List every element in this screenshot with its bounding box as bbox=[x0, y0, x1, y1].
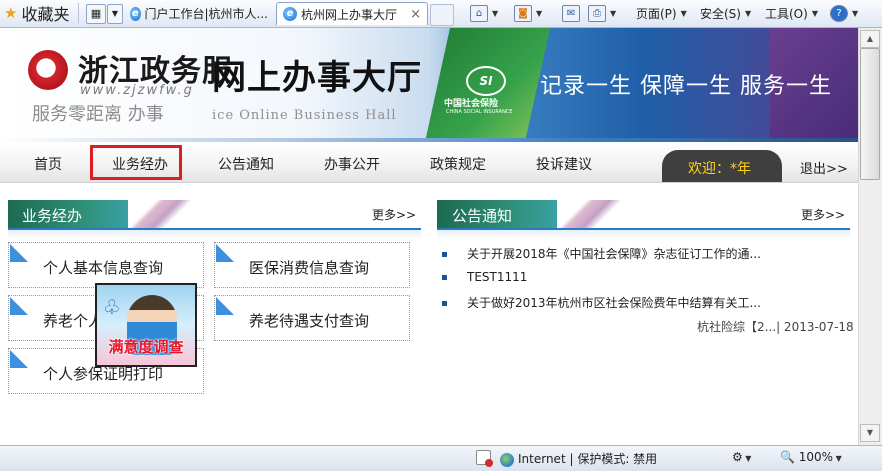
survey-label: 满意度调查 bbox=[108, 338, 184, 356]
motto: 记录一生 保障一生 服务一生 bbox=[540, 74, 832, 99]
safety-menu-label: 安全(S) bbox=[700, 6, 741, 21]
security-zone[interactable]: Internet | 保护模式: 禁用 bbox=[500, 450, 657, 467]
close-icon[interactable]: × bbox=[410, 7, 421, 22]
protected-mode-button[interactable]: ⚙ ▼ bbox=[732, 450, 751, 464]
satisfaction-survey-popup[interactable]: ♧ 满意度调查 bbox=[95, 283, 197, 367]
zoom-control[interactable]: 🔍 100% ▼ bbox=[780, 450, 842, 464]
logout-link[interactable]: 退出>> bbox=[800, 158, 848, 177]
nav-public-affairs[interactable]: 办事公开 bbox=[324, 154, 380, 174]
panel-shade bbox=[437, 230, 850, 239]
chevron-down-icon: ▼ bbox=[536, 8, 543, 18]
print-button[interactable]: ⎙ ▼ bbox=[588, 3, 616, 23]
page-menu[interactable]: 页面(P) ▼ bbox=[636, 3, 687, 23]
feeds-button[interactable]: ◙ ▼ bbox=[514, 3, 542, 23]
card-label: 医保消费信息查询 bbox=[249, 259, 370, 277]
welcome-text: 欢迎：*年 bbox=[688, 161, 751, 177]
tools-menu-label: 工具(O) bbox=[765, 6, 808, 21]
page-menu-label: 页面(P) bbox=[636, 6, 677, 21]
star-icon: ★ bbox=[4, 3, 18, 22]
bullet-icon bbox=[442, 301, 447, 306]
bullet-icon bbox=[442, 275, 447, 280]
favorites-label: 收藏夹 bbox=[21, 5, 70, 24]
notice-panel-title: 公告通知 bbox=[452, 207, 513, 225]
zone-label: Internet | 保护模式: 禁用 bbox=[518, 452, 658, 466]
ie-page-icon: e bbox=[130, 6, 141, 21]
zoom-icon: 🔍 bbox=[780, 450, 795, 464]
nav-active-highlight bbox=[90, 145, 182, 180]
rss-icon: ◙ bbox=[514, 4, 532, 22]
bullet-icon bbox=[442, 252, 447, 257]
safety-menu[interactable]: 安全(S) ▼ bbox=[700, 3, 751, 23]
panel-shade bbox=[8, 230, 421, 239]
ie-page-icon: e bbox=[283, 7, 297, 21]
corner-triangle-icon bbox=[216, 297, 234, 315]
notice-item[interactable]: 关于做好2013年杭州市区社会保险费年中结算有关工... bbox=[442, 294, 761, 311]
logo-url: www.zjzwfw.g bbox=[80, 83, 194, 98]
page-title-english: ice Online Business Hall bbox=[212, 108, 397, 123]
nav-policies[interactable]: 政策规定 bbox=[430, 154, 486, 174]
nav-announcements[interactable]: 公告通知 bbox=[218, 154, 274, 174]
tab-portal[interactable]: e 门户工作台|杭州市人... bbox=[124, 2, 274, 25]
tab-title: 杭州网上办事大厅 bbox=[301, 7, 398, 22]
notice-title: 关于开展2018年《中国社会保障》杂志征订工作的通... bbox=[467, 247, 761, 261]
tab-hangzhou-hall[interactable]: e 杭州网上办事大厅 × bbox=[276, 2, 428, 25]
home-button[interactable]: ⌂ ▼ bbox=[470, 3, 498, 23]
notice-item[interactable]: TEST1111 bbox=[442, 270, 527, 284]
favorites-button[interactable]: ★ 收藏夹 bbox=[4, 3, 70, 24]
card-label: 养老待遇支付查询 bbox=[249, 312, 370, 330]
notice-title: 关于做好2013年杭州市区社会保险费年中结算有关工... bbox=[467, 296, 761, 310]
card-label: 养老个人 bbox=[43, 312, 104, 330]
chevron-down-icon: ▼ bbox=[833, 454, 842, 463]
zhejiang-logo-icon bbox=[28, 50, 68, 90]
tools-menu[interactable]: 工具(O) ▼ bbox=[765, 3, 818, 23]
chevron-down-icon: ▼ bbox=[811, 8, 818, 18]
business-panel-title: 业务经办 bbox=[22, 207, 83, 225]
corner-triangle-icon bbox=[10, 244, 28, 262]
scroll-up-arrow-icon[interactable]: ▲ bbox=[860, 30, 880, 48]
scroll-down-arrow-icon[interactable]: ▼ bbox=[860, 424, 880, 442]
notice-item[interactable]: 关于开展2018年《中国社会保障》杂志征订工作的通... bbox=[442, 245, 761, 262]
chevron-down-icon: ▼ bbox=[852, 8, 859, 18]
mail-icon: ✉ bbox=[562, 4, 580, 22]
home-icon: ⌂ bbox=[470, 4, 488, 22]
business-more-link[interactable]: 更多>> bbox=[372, 206, 416, 223]
chevron-down-icon: ▼ bbox=[492, 8, 499, 18]
tab-list-dropdown[interactable]: ▼ bbox=[107, 4, 123, 24]
nav-home[interactable]: 首页 bbox=[34, 154, 62, 174]
settings-icon: ⚙ bbox=[732, 450, 743, 464]
chevron-down-icon: ▼ bbox=[680, 8, 687, 18]
toolbar-divider bbox=[78, 3, 79, 23]
printer-icon: ⎙ bbox=[588, 4, 606, 22]
quick-tabs-icon[interactable]: ▦ bbox=[86, 4, 106, 24]
help-icon: ? bbox=[830, 4, 848, 22]
chevron-down-icon: ▼ bbox=[742, 454, 752, 463]
notice-meta: 杭社险综【2...| 2013-07-18 bbox=[697, 320, 854, 334]
card-label: 个人基本信息查询 bbox=[43, 259, 164, 277]
help-button[interactable]: ? ▼ bbox=[830, 3, 858, 23]
social-insurance-logo-icon: SI bbox=[466, 66, 506, 96]
corner-triangle-icon bbox=[10, 350, 28, 368]
tab-title: 门户工作台|杭州市人... bbox=[144, 7, 269, 21]
slogan: 服务零距离 办事 bbox=[32, 104, 164, 125]
social-insurance-name: 中国社会保险 bbox=[444, 99, 499, 109]
header-banner: 浙江政务服 网上办事大厅 www.zjzwfw.g 服务零距离 办事 ice O… bbox=[0, 28, 858, 142]
scrollbar-thumb[interactable] bbox=[860, 48, 880, 180]
chevron-down-icon: ▼ bbox=[744, 8, 752, 18]
notice-title: TEST1111 bbox=[467, 270, 528, 284]
notice-more-link[interactable]: 更多>> bbox=[801, 206, 845, 223]
panel-decoration bbox=[110, 200, 200, 228]
zoom-value: 100% bbox=[798, 450, 834, 464]
corner-triangle-icon bbox=[10, 297, 28, 315]
panel-decoration bbox=[540, 200, 630, 228]
survey-logo-icon: ♧ bbox=[103, 295, 121, 319]
nav-complaints[interactable]: 投诉建议 bbox=[536, 154, 592, 174]
page-title: 网上办事大厅 bbox=[212, 58, 422, 98]
social-insurance-name-en: CHINA SOCIAL INSURANCE bbox=[446, 109, 513, 115]
new-tab-button[interactable] bbox=[430, 4, 454, 26]
popup-blocked-icon[interactable] bbox=[476, 450, 493, 467]
corner-triangle-icon bbox=[216, 244, 234, 262]
chevron-down-icon: ▼ bbox=[610, 8, 617, 18]
mail-button[interactable]: ✉ bbox=[562, 3, 580, 23]
globe-icon bbox=[500, 452, 514, 467]
